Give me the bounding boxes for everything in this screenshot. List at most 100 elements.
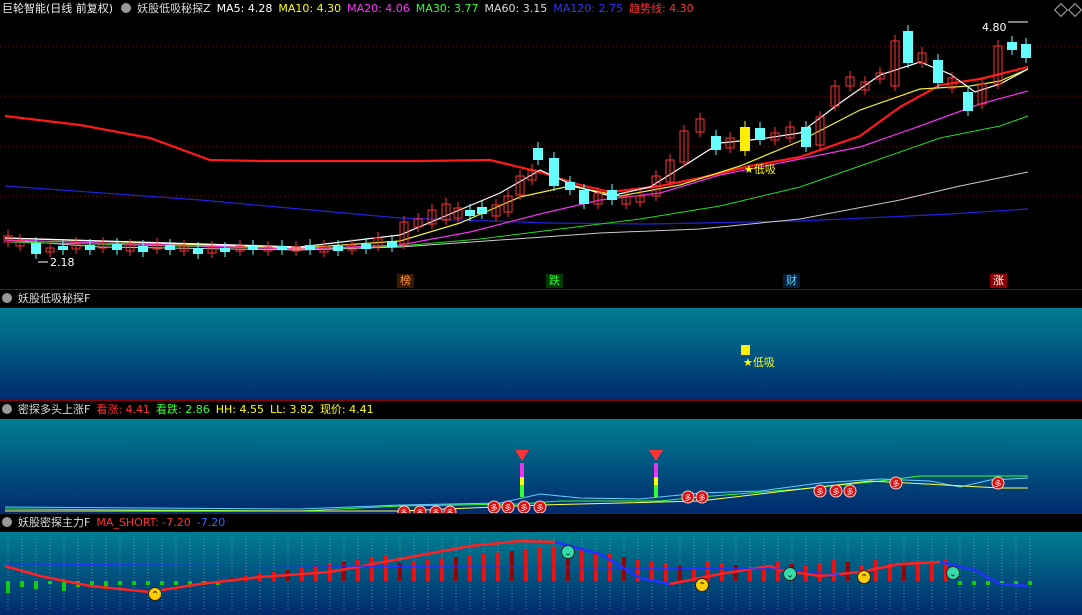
mainforce-panel[interactable]: ⌃ ⌃ ⌃ ⌄ ⌄ ⌄ 妖股密探主力F MA_SHORT: -7.20 -7.20 xyxy=(0,514,1082,615)
sell-signal-icon-glyph: ⌄ xyxy=(949,570,957,580)
bullish-value-3: LL: 3.82 xyxy=(269,403,314,416)
sig-tower-2-top xyxy=(654,477,658,485)
force-bar xyxy=(734,565,738,581)
badge-die[interactable]: 跌 xyxy=(546,274,563,288)
force-bar xyxy=(832,559,836,581)
bull-marker-text: 多 xyxy=(995,479,1002,488)
ma-short-line xyxy=(4,539,556,594)
force-bar xyxy=(510,551,514,581)
badge-cai[interactable]: 财 xyxy=(783,274,800,288)
buy-signal-label: ★低吸 xyxy=(744,163,776,176)
trend-line xyxy=(4,65,1029,194)
force-bar xyxy=(552,546,556,581)
mainforce-value-0: MA_SHORT: -7.20 xyxy=(96,516,191,529)
force-bar xyxy=(594,551,598,581)
bullish-value-2: HH: 4.55 xyxy=(215,403,264,416)
force-bar xyxy=(398,563,402,581)
candle-down xyxy=(85,245,95,250)
ma-value-1: MA10: 4.30 xyxy=(278,2,342,15)
candle-down xyxy=(477,207,487,214)
force-bar xyxy=(776,562,780,581)
candle-down xyxy=(963,92,973,111)
force-bar xyxy=(538,548,542,581)
ma5-line xyxy=(4,61,1029,248)
bullish-panel-title[interactable]: 密探多头上涨F xyxy=(18,403,90,416)
force-bar xyxy=(972,581,976,585)
sig-tower-2-mid xyxy=(654,463,658,479)
force-bar xyxy=(132,581,136,585)
force-bar xyxy=(440,558,444,581)
candle-down xyxy=(1007,42,1017,50)
force-bar xyxy=(902,566,906,581)
force-bar xyxy=(524,549,528,581)
force-bar xyxy=(468,555,472,581)
mainforce-panel-header: 妖股密探主力F MA_SHORT: -7.20 -7.20 xyxy=(0,514,1082,532)
mainforce-value-1: -7.20 xyxy=(196,516,226,529)
ma-values: MA5: 4.28 MA10: 4.30 MA20: 4.06 MA30: 3.77 M… xyxy=(217,2,700,15)
main-chart-canvas[interactable] xyxy=(0,0,1082,290)
ma-value-2: MA20: 4.06 xyxy=(347,2,410,15)
candle-down xyxy=(565,182,575,190)
lowbuy-signal-label: ★低吸 xyxy=(743,356,775,369)
buy-signal-icon-glyph: ⌃ xyxy=(860,574,868,584)
buy-signal-icon-glyph: ⌃ xyxy=(698,582,706,592)
force-bar xyxy=(174,581,178,585)
candle-down xyxy=(165,245,175,250)
indicator-menu-icon[interactable] xyxy=(2,293,12,303)
bull-marker-text: 多 xyxy=(833,487,840,496)
candle-down xyxy=(1021,44,1031,58)
candle-down xyxy=(333,246,343,251)
candle-down xyxy=(305,245,315,250)
ma-value-3: MA30: 3.77 xyxy=(415,2,479,15)
bullish-value-4: 现价: 4.41 xyxy=(319,403,374,416)
candle-down xyxy=(193,248,203,254)
bull-marker-text: 多 xyxy=(521,503,528,512)
mainforce-panel-title[interactable]: 妖股密探主力F xyxy=(18,516,90,529)
lowbuy-panel-title[interactable]: 妖股低吸秘探F xyxy=(18,292,90,305)
force-bar xyxy=(720,563,724,581)
sig-tower-1-cap xyxy=(515,450,529,461)
force-bar xyxy=(846,562,850,581)
force-bar xyxy=(874,560,878,581)
force-bar xyxy=(356,560,360,581)
candle-down xyxy=(31,243,41,254)
main-chart-panel[interactable]: 巨轮智能(日线 前复权) 妖股低吸秘探Z MA5: 4.28 MA10: 4.30 MA… xyxy=(0,0,1082,290)
bull-marker-text: 多 xyxy=(537,503,544,512)
indicator-name[interactable]: 妖股低吸秘探Z xyxy=(137,2,211,15)
candle-down xyxy=(549,158,559,186)
low-price-label: 2.18 xyxy=(50,256,75,269)
bullish-value-1: 看跌: 2.86 xyxy=(156,403,210,416)
force-bar xyxy=(762,569,766,581)
candle-down xyxy=(248,246,258,250)
ma-value-5: MA120: 2.75 xyxy=(553,2,623,15)
indicator-menu-icon[interactable] xyxy=(2,517,12,527)
indicator-menu-icon[interactable] xyxy=(121,3,132,13)
bullish-panel[interactable]: 多多多多多多多多多多多多多多多 密探多头上涨F 看涨: 4.41 看跌: 2.86 H… xyxy=(0,401,1082,513)
force-bar xyxy=(20,581,24,587)
bull-marker-text: 多 xyxy=(685,493,692,502)
force-bar xyxy=(706,561,710,581)
bullish-value-0: 看涨: 4.41 xyxy=(96,403,151,416)
force-bar xyxy=(958,581,962,585)
ma-long-hidden xyxy=(4,563,841,576)
sell-signal-icon-glyph: ⌄ xyxy=(786,571,794,581)
badge-bang[interactable]: 榜 xyxy=(397,274,414,288)
ma20-line xyxy=(4,90,1029,250)
ma-value-4: MA60: 3.15 xyxy=(484,2,548,15)
ma-value-0: MA5: 4.28 xyxy=(216,2,273,15)
badge-zhang[interactable]: 涨 xyxy=(990,274,1007,288)
force-bar xyxy=(146,581,150,585)
lowbuy-panel-bg xyxy=(0,308,1082,400)
indicator-menu-icon[interactable] xyxy=(2,404,12,414)
main-chart-header: 巨轮智能(日线 前复权) 妖股低吸秘探Z MA5: 4.28 MA10: 4.30 MA… xyxy=(0,0,1082,18)
bull-marker-text: 多 xyxy=(893,479,900,488)
ma-value-6: 趋势线: 4.30 xyxy=(628,2,694,15)
bullish-panel-header: 密探多头上涨F 看涨: 4.41 看跌: 2.86 HH: 4.55 LL: 3.82 现… xyxy=(0,401,1082,419)
candle-down xyxy=(465,210,475,216)
force-bar xyxy=(650,562,654,581)
candle-down xyxy=(361,244,371,249)
lowbuy-panel[interactable]: 妖股低吸秘探F ★低吸 xyxy=(0,290,1082,400)
candle-down xyxy=(933,60,943,83)
force-bar xyxy=(62,581,66,591)
candle-down xyxy=(138,246,148,252)
